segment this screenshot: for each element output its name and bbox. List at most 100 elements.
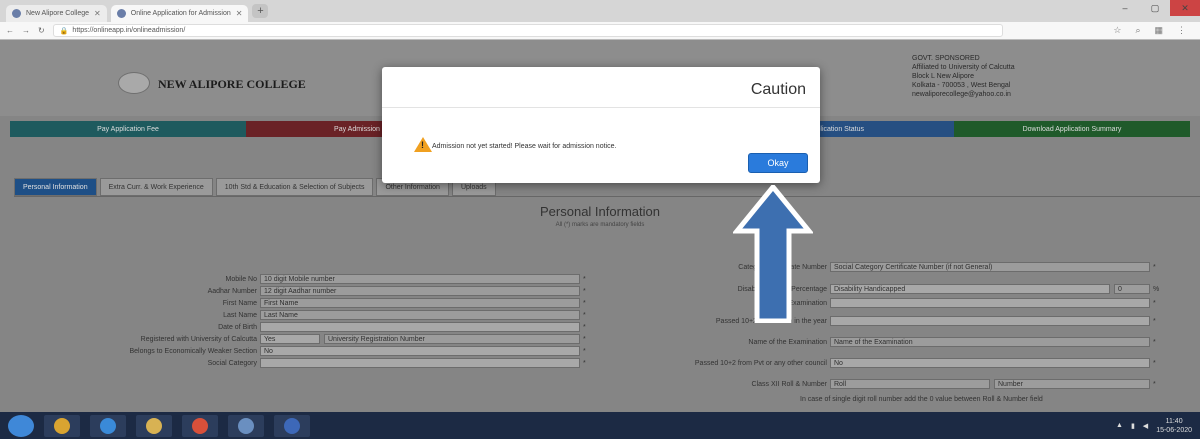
field-row: Social Category * [60, 358, 586, 368]
ie-taskbar-icon[interactable] [90, 414, 126, 437]
url-text: https://onlineapp.in/onlineadmission/ [72, 27, 186, 34]
field-row: Class XII Roll & Number Roll Number * [610, 379, 1156, 389]
close-tab-icon[interactable]: ✕ [236, 9, 243, 18]
field-row: Category Certificate Number Social Categ… [610, 262, 1156, 272]
tray-arrow-icon[interactable]: ▲ [1116, 422, 1123, 429]
minimize-icon[interactable]: – [1110, 0, 1140, 16]
clock[interactable]: 11:40 15-06-2020 [1156, 417, 1192, 435]
address-line: newaliporecollege@yahoo.co.in [912, 91, 1011, 98]
passing-year-select[interactable] [830, 316, 1150, 326]
warning-triangle-icon: ! [414, 137, 432, 152]
category-certificate-input[interactable]: Social Category Certificate Number (if n… [830, 262, 1150, 272]
browser-tab-title: New Alipore College [26, 10, 90, 17]
okay-button[interactable]: Okay [748, 153, 808, 173]
registration-number-input[interactable]: University Registration Number [324, 334, 580, 344]
field-label: Last Name [223, 311, 257, 319]
tab-education-subjects[interactable]: 10th Std & Education & Selection of Subj… [215, 178, 374, 196]
window-controls: – ▢ ✕ [1110, 0, 1200, 16]
field-label: Aadhar Number [207, 287, 257, 295]
number-input[interactable]: Number [994, 379, 1150, 389]
college-name: NEW ALIPORE COLLEGE [158, 77, 306, 91]
folder-taskbar-icon[interactable] [136, 414, 172, 437]
field-row: Belongs to Economically Weaker Section N… [60, 346, 586, 356]
field-label: Social Category [207, 359, 257, 367]
field-row: Passed 10+2 level exam in the year * [610, 316, 1156, 326]
dialog-message: Admission not yet started! Please wait f… [432, 143, 617, 150]
field-label: Belongs to Economically Weaker Section [129, 347, 258, 355]
forward-icon[interactable]: → [22, 26, 30, 35]
field-row: Date of Birth * [60, 322, 586, 332]
star-icon[interactable]: ☆ [1113, 25, 1121, 36]
field-label: Date of Birth [218, 323, 257, 331]
mandatory-note: All (*) marks are mandatory fields [555, 222, 645, 228]
pvt-council-select[interactable]: No [830, 358, 1150, 368]
address-line: GOVT. SPONSORED [912, 55, 980, 62]
browser-tab-bar: New Alipore College ✕ Online Application… [0, 0, 1200, 22]
section-title: Personal Information [540, 204, 660, 219]
address-line: Kolkata - 700053 , West Bengal [912, 82, 1011, 89]
address-line: Block L New Alipore [912, 73, 974, 80]
aadhar-number-input[interactable]: 12 digit Aadhar number [260, 286, 580, 296]
word-taskbar-icon[interactable] [274, 414, 310, 437]
tab-personal-information[interactable]: Personal Information [14, 178, 97, 196]
new-tab-button[interactable]: + [252, 4, 269, 18]
nav-pay-application-fee[interactable]: Pay Application Fee [10, 121, 246, 137]
window-close-icon[interactable]: ✕ [1170, 0, 1200, 16]
field-row: Disability Type & Percentage Disability … [610, 284, 1159, 294]
field-label: Mobile No [225, 275, 257, 283]
first-name-input[interactable]: First Name [260, 298, 580, 308]
address-line: Affiliated to University of Calcutta [912, 64, 1015, 71]
extension-icon[interactable]: ▦ [1154, 25, 1163, 36]
disability-percent-input[interactable]: 0 [1114, 284, 1150, 294]
tab-extra-curricular[interactable]: Extra Curr. & Work Experience [99, 178, 213, 196]
network-icon[interactable]: ▮ [1131, 422, 1135, 430]
field-row: Passed 10+2 from Pvt or any other counci… [610, 358, 1156, 368]
volume-icon[interactable]: ◀ [1143, 422, 1148, 430]
exam-name-input[interactable]: Name of the Examination [830, 337, 1150, 347]
close-tab-icon[interactable]: ✕ [94, 9, 101, 18]
board-select[interactable] [830, 298, 1150, 308]
disability-select[interactable]: Disability Handicapped [830, 284, 1110, 294]
maximize-icon[interactable]: ▢ [1140, 0, 1170, 16]
dob-input[interactable] [260, 322, 580, 332]
field-row: Registered with University of Calcutta Y… [60, 334, 586, 344]
browser-tab[interactable]: New Alipore College ✕ [6, 5, 107, 22]
browser-tab-title: Online Application for Admission [130, 10, 231, 17]
nav-download-summary[interactable]: Download Application Summary [954, 121, 1190, 137]
field-row: Aadhar Number 12 digit Aadhar number * [60, 286, 586, 296]
field-label: Passed 10+2 from Pvt or any other counci… [694, 359, 827, 367]
roll-note: In case of single digit roll number add … [800, 396, 1043, 403]
menu-icon[interactable]: ⋮ [1177, 25, 1186, 36]
field-label: First Name [222, 299, 257, 307]
college-address: GOVT. SPONSORED Affiliated to University… [912, 54, 1015, 99]
system-tray: ▲ ▮ ◀ 11:40 15-06-2020 [1116, 412, 1192, 439]
search-icon[interactable]: ⌕ [1135, 25, 1140, 36]
app-taskbar-icon[interactable] [228, 414, 264, 437]
registered-select[interactable]: Yes [260, 334, 320, 344]
favicon-icon [116, 9, 126, 18]
dialog-divider [382, 107, 820, 108]
roll-input[interactable]: Roll [830, 379, 990, 389]
lock-icon: 🔒 [59, 27, 69, 35]
field-row: Last Name Last Name * [60, 310, 586, 320]
reload-icon[interactable]: ↻ [38, 26, 45, 35]
field-row: First Name First Name * [60, 298, 586, 308]
social-category-select[interactable] [260, 358, 580, 368]
start-button[interactable] [8, 414, 34, 437]
up-arrow-annotation-icon [733, 185, 813, 323]
ews-select[interactable]: No [260, 346, 580, 356]
taskbar: ▲ ▮ ◀ 11:40 15-06-2020 [0, 412, 1200, 439]
last-name-input[interactable]: Last Name [260, 310, 580, 320]
browser-toolbar: ← → ↻ 🔒 https://onlineapp.in/onlineadmis… [0, 22, 1200, 40]
mobile-number-input[interactable]: 10 digit Mobile number [260, 274, 580, 284]
field-label: Registered with University of Calcutta [140, 335, 257, 343]
browser-tab-active[interactable]: Online Application for Admission ✕ [110, 5, 249, 22]
browser-tools: ☆ ⌕ ▦ ⋮ [1113, 25, 1194, 36]
field-row: Board of Examination * [610, 298, 1156, 308]
back-icon[interactable]: ← [6, 26, 14, 35]
clock-time: 11:40 [1165, 417, 1183, 425]
chrome-taskbar-icon[interactable] [44, 414, 80, 437]
field-label: Name of the Examination [748, 338, 827, 346]
address-bar[interactable]: 🔒 https://onlineapp.in/onlineadmission/ [52, 24, 1003, 37]
media-taskbar-icon[interactable] [182, 414, 218, 437]
